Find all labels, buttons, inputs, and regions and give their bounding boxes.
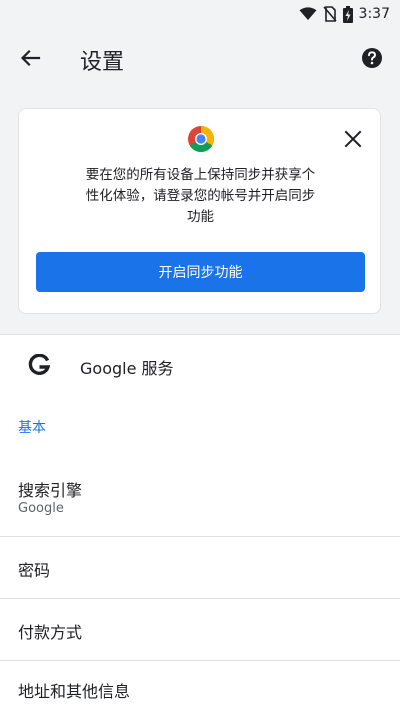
- help-button[interactable]: [360, 46, 384, 70]
- arrow-back-icon: [20, 49, 41, 67]
- no-sim-icon: [322, 6, 337, 22]
- back-button[interactable]: [14, 42, 46, 74]
- wifi-icon: [299, 7, 317, 20]
- settings-item-search-engine[interactable]: 搜索引擎 Google: [0, 460, 400, 536]
- settings-item-title: 地址和其他信息: [18, 682, 131, 701]
- google-services-label: Google 服务: [80, 359, 174, 378]
- google-g-icon: [28, 354, 50, 375]
- sync-promo-card: 要在您的所有设备上保持同步并获享个 性化体验，请登录您的帐号并开启同步 功能 开…: [18, 108, 381, 314]
- battery-charging-icon: [342, 5, 353, 23]
- chrome-logo-icon: [188, 126, 215, 153]
- settings-item-subtitle: Google: [18, 501, 64, 516]
- status-bar: 3:37: [0, 0, 400, 28]
- close-icon: [344, 130, 362, 148]
- settings-item-title: 密码: [18, 561, 51, 580]
- sync-message-line: 要在您的所有设备上保持同步并获享个: [85, 167, 316, 183]
- page-title: 设置: [80, 50, 125, 75]
- sync-message-line: 功能: [187, 209, 214, 225]
- sync-message: 要在您的所有设备上保持同步并获享个 性化体验，请登录您的帐号并开启同步 功能: [49, 165, 352, 228]
- settings-item-addresses[interactable]: 地址和其他信息: [0, 661, 400, 711]
- settings-item-passwords[interactable]: 密码: [0, 537, 400, 598]
- settings-item-title: 搜索引擎: [18, 481, 83, 500]
- google-services-item[interactable]: Google 服务: [0, 334, 400, 398]
- sync-message-line: 性化体验，请登录您的帐号并开启同步: [85, 188, 316, 204]
- app-bar: 设置: [0, 28, 400, 88]
- help-circle-icon: [362, 48, 382, 68]
- settings-item-payment-methods[interactable]: 付款方式: [0, 599, 400, 660]
- section-header-basic: 基本: [18, 420, 46, 436]
- status-time: 3:37: [358, 6, 390, 22]
- close-button[interactable]: [341, 127, 365, 151]
- settings-item-title: 付款方式: [18, 623, 83, 642]
- status-icons: 3:37: [299, 4, 390, 24]
- turn-on-sync-button[interactable]: 开启同步功能: [36, 252, 365, 292]
